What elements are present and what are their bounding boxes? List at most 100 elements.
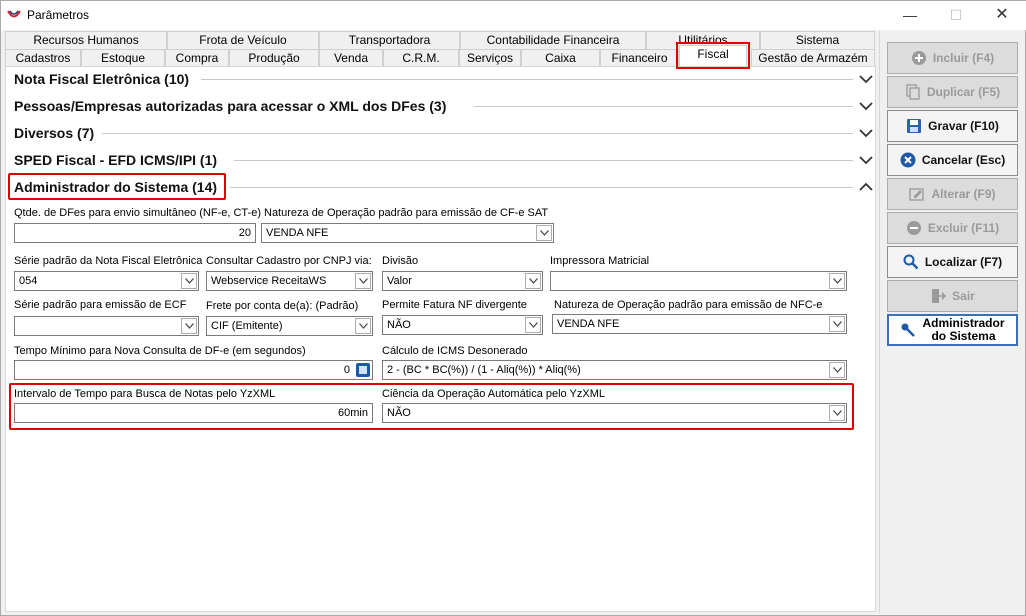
calculo-icms-value: 2 - (BC * BC(%)) / (1 - Aliq(%)) * Aliq(… <box>387 364 581 376</box>
cancelar-button[interactable]: Cancelar (Esc) <box>887 144 1018 176</box>
label-tempo-consulta: Tempo Mínimo para Nova Consulta de DF-e … <box>14 345 306 357</box>
group-separator <box>474 106 853 107</box>
tab-gestao-armazem[interactable]: Gestão de Armazém <box>751 49 875 67</box>
calculo-icms-select[interactable]: 2 - (BC * BC(%)) / (1 - Aliq(%)) * Aliq(… <box>382 360 847 380</box>
duplicar-button[interactable]: Duplicar (F5) <box>887 76 1018 108</box>
serie-nfe-select[interactable]: 054 <box>14 271 199 291</box>
gravar-button[interactable]: Gravar (F10) <box>887 110 1018 142</box>
dropdown-arrow-icon[interactable] <box>355 318 371 334</box>
label-natureza-cfe: Natureza de Operação padrão para emissão… <box>264 207 549 219</box>
qtde-dfes-input[interactable]: 20 <box>14 223 256 243</box>
group-pessoas-autorizadas[interactable]: Pessoas/Empresas autorizadas para acessa… <box>14 96 446 116</box>
tab-recursos-humanos[interactable]: Recursos Humanos <box>5 31 167 49</box>
tab-servicos[interactable]: Serviços <box>459 49 521 67</box>
dropdown-arrow-icon[interactable] <box>829 273 845 289</box>
localizar-button[interactable]: Localizar (F7) <box>887 246 1018 278</box>
tab-caixa[interactable]: Caixa <box>521 49 600 67</box>
save-icon <box>907 119 922 133</box>
chevron-down-icon[interactable] <box>857 72 875 86</box>
app-logo-icon <box>7 10 21 18</box>
group-diversos[interactable]: Diversos (7) <box>14 123 94 143</box>
minimize-button[interactable]: — <box>887 1 933 30</box>
tab-producao[interactable]: Produção <box>229 49 319 67</box>
impressora-select[interactable] <box>550 271 847 291</box>
administrador-label-line2: do Sistema <box>931 329 996 343</box>
tab-venda[interactable]: Venda <box>319 49 383 67</box>
duplicar-label: Duplicar (F5) <box>926 85 1001 99</box>
consultar-cnpj-select[interactable]: Webservice ReceitaWS <box>206 271 373 291</box>
frete-select[interactable]: CIF (Emitente) <box>206 316 373 336</box>
label-consultar-cnpj: Consultar Cadastro por CNPJ via: <box>206 255 372 267</box>
label-serie-nfe: Série padrão da Nota Fiscal Eletrônica <box>14 255 203 267</box>
serie-ecf-select[interactable] <box>14 316 199 336</box>
dropdown-arrow-icon[interactable] <box>355 273 371 289</box>
tab-contabilidade-financeira[interactable]: Contabilidade Financeira <box>460 31 646 49</box>
tab-compra[interactable]: Compra <box>165 49 229 67</box>
tab-sistema[interactable]: Sistema <box>760 31 875 49</box>
label-qtde-dfes: Qtde. de DFes para envio simultâneo (NF-… <box>14 207 261 219</box>
tab-frota-veiculo[interactable]: Frota de Veículo <box>167 31 319 49</box>
label-fatura-nf: Permite Fatura NF divergente <box>382 299 527 311</box>
ciencia-yzxml-select[interactable]: NÃO <box>382 403 847 423</box>
dropdown-arrow-icon[interactable] <box>829 362 845 378</box>
chevron-down-icon[interactable] <box>857 99 875 113</box>
close-button[interactable]: ✕ <box>979 1 1025 30</box>
group-separator <box>230 187 853 188</box>
search-icon <box>903 254 919 270</box>
fiscal-panel <box>5 66 876 612</box>
group-sped-fiscal[interactable]: SPED Fiscal - EFD ICMS/IPI (1) <box>14 150 217 170</box>
duplicate-icon <box>906 84 920 100</box>
label-impressora: Impressora Matricial <box>550 255 650 267</box>
incluir-label: Incluir (F4) <box>932 51 995 65</box>
incluir-button[interactable]: Incluir (F4) <box>887 42 1018 74</box>
dropdown-arrow-icon[interactable] <box>525 273 541 289</box>
alterar-label: Alterar (F9) <box>931 187 996 201</box>
excluir-button[interactable]: Excluir (F11) <box>887 212 1018 244</box>
administrador-sistema-button[interactable]: Administrador do Sistema <box>887 314 1018 346</box>
dropdown-arrow-icon[interactable] <box>829 316 845 332</box>
tempo-consulta-input[interactable]: 0 <box>14 360 373 380</box>
group-nota-fiscal-eletronica[interactable]: Nota Fiscal Eletrônica (10) <box>14 69 189 89</box>
group-separator <box>234 160 853 161</box>
chevron-down-icon[interactable] <box>857 126 875 140</box>
tab-crm[interactable]: C.R.M. <box>383 49 459 67</box>
fatura-nf-select[interactable]: NÃO <box>382 315 543 335</box>
sair-button[interactable]: Sair <box>887 280 1018 312</box>
dropdown-arrow-icon[interactable] <box>829 405 845 421</box>
label-calculo-icms: Cálculo de ICMS Desonerado <box>382 345 528 357</box>
localizar-label: Localizar (F7) <box>924 255 1003 269</box>
divisao-value: Valor <box>387 275 412 287</box>
label-intervalo-yzxml: Intervalo de Tempo para Busca de Notas p… <box>14 388 276 400</box>
dropdown-arrow-icon[interactable] <box>525 317 541 333</box>
chevron-down-icon[interactable] <box>857 153 875 167</box>
chevron-up-icon[interactable] <box>857 180 875 194</box>
dropdown-arrow-icon[interactable] <box>181 318 197 334</box>
parametros-window: Parâmetros — ☐ ✕ Recursos Humanos Frota … <box>0 0 1026 616</box>
natureza-nfce-select[interactable]: VENDA NFE <box>552 314 847 334</box>
tab-estoque[interactable]: Estoque <box>81 49 165 67</box>
divisao-select[interactable]: Valor <box>382 271 543 291</box>
fatura-nf-value: NÃO <box>387 319 411 331</box>
exit-icon <box>932 289 947 303</box>
tab-cadastros[interactable]: Cadastros <box>5 49 81 67</box>
alterar-button[interactable]: Alterar (F9) <box>887 178 1018 210</box>
tempo-consulta-value: 0 <box>343 364 350 376</box>
wrench-icon <box>901 323 916 337</box>
tab-fiscal[interactable]: Fiscal <box>676 42 750 69</box>
dropdown-arrow-icon[interactable] <box>536 225 552 241</box>
excluir-label: Excluir (F11) <box>927 221 1000 235</box>
group-administrador-sistema[interactable]: Administrador do Sistema (14) <box>14 177 217 197</box>
calculator-icon[interactable] <box>356 363 370 377</box>
natureza-cfe-select[interactable]: VENDA NFE <box>261 223 554 243</box>
plus-circle-icon <box>911 51 926 65</box>
tab-transportadora[interactable]: Transportadora <box>319 31 460 49</box>
group-separator <box>102 133 853 134</box>
natureza-nfce-value: VENDA NFE <box>557 318 620 330</box>
frete-value: CIF (Emitente) <box>211 320 283 332</box>
tab-financeiro[interactable]: Financeiro <box>600 49 679 67</box>
maximize-button[interactable]: ☐ <box>933 1 979 30</box>
intervalo-yzxml-input[interactable]: 60min <box>14 403 373 423</box>
dropdown-arrow-icon[interactable] <box>181 273 197 289</box>
natureza-cfe-value: VENDA NFE <box>266 227 329 239</box>
serie-nfe-value: 054 <box>19 275 38 287</box>
